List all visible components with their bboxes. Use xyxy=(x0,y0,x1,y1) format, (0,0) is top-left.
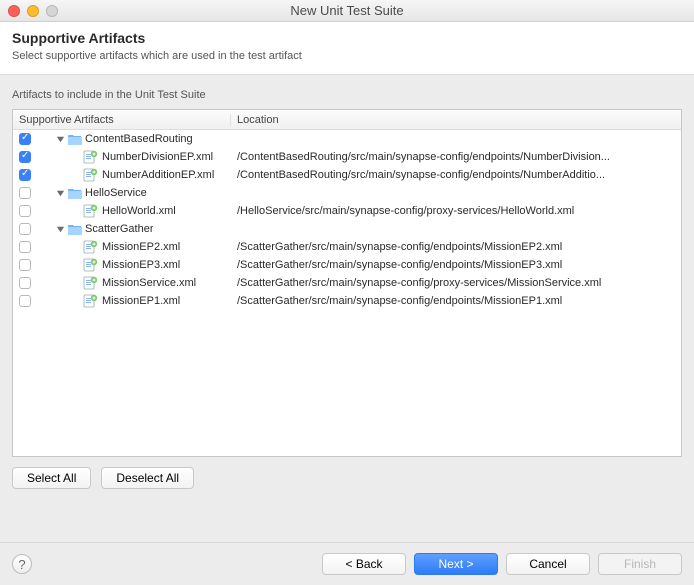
row-label: HelloService xyxy=(85,187,147,199)
row-label: HelloWorld.xml xyxy=(102,205,176,217)
row-checkbox[interactable] xyxy=(19,187,31,199)
row-checkbox[interactable] xyxy=(19,259,31,271)
tree-row[interactable]: NumberDivisionEP.xml/ContentBasedRouting… xyxy=(13,148,681,166)
row-label: MissionEP1.xml xyxy=(102,295,180,307)
close-window-button[interactable] xyxy=(8,5,20,17)
row-checkbox[interactable] xyxy=(19,295,31,307)
selection-buttons: Select All Deselect All xyxy=(12,467,682,489)
row-location: /ContentBasedRouting/src/main/synapse-co… xyxy=(231,151,681,163)
row-checkbox[interactable] xyxy=(19,277,31,289)
row-checkbox[interactable] xyxy=(19,205,31,217)
titlebar: New Unit Test Suite xyxy=(0,0,694,22)
tree-row[interactable]: HelloWorld.xml/HelloService/src/main/syn… xyxy=(13,202,681,220)
tree-body: ContentBasedRoutingNumberDivisionEP.xml/… xyxy=(13,130,681,310)
row-label: MissionEP2.xml xyxy=(102,241,180,253)
row-location: /HelloService/src/main/synapse-config/pr… xyxy=(231,205,681,217)
row-checkbox[interactable] xyxy=(19,223,31,235)
tree-row[interactable]: MissionService.xml/ScatterGather/src/mai… xyxy=(13,274,681,292)
file-icon xyxy=(83,204,99,218)
row-location: /ScatterGather/src/main/synapse-config/e… xyxy=(231,241,681,253)
row-location: /ScatterGather/src/main/synapse-config/e… xyxy=(231,259,681,271)
row-location: /ScatterGather/src/main/synapse-config/e… xyxy=(231,295,681,307)
column-header-artifacts[interactable]: Supportive Artifacts xyxy=(13,114,231,126)
disclosure-triangle-icon[interactable] xyxy=(55,134,65,144)
file-icon xyxy=(83,276,99,290)
tree-row[interactable]: MissionEP3.xml/ScatterGather/src/main/sy… xyxy=(13,256,681,274)
wizard-footer: ? < Back Next > Cancel Finish xyxy=(0,542,694,585)
back-button[interactable]: < Back xyxy=(322,553,406,575)
row-location: /ScatterGather/src/main/synapse-config/p… xyxy=(231,277,681,289)
wizard-body: Artifacts to include in the Unit Test Su… xyxy=(0,75,694,497)
tree-row[interactable]: ContentBasedRouting xyxy=(13,130,681,148)
next-button[interactable]: Next > xyxy=(414,553,498,575)
row-label: MissionService.xml xyxy=(102,277,196,289)
folder-icon xyxy=(68,133,82,145)
zoom-window-button[interactable] xyxy=(46,5,58,17)
row-location: /ContentBasedRouting/src/main/synapse-co… xyxy=(231,169,681,181)
row-checkbox[interactable] xyxy=(19,151,31,163)
finish-button: Finish xyxy=(598,553,682,575)
section-label: Artifacts to include in the Unit Test Su… xyxy=(12,89,682,101)
row-label: NumberAdditionEP.xml xyxy=(102,169,214,181)
select-all-button[interactable]: Select All xyxy=(12,467,91,489)
row-label: NumberDivisionEP.xml xyxy=(102,151,213,163)
help-button[interactable]: ? xyxy=(12,554,32,574)
deselect-all-button[interactable]: Deselect All xyxy=(101,467,194,489)
folder-icon xyxy=(68,187,82,199)
row-label: ContentBasedRouting xyxy=(85,133,193,145)
row-checkbox[interactable] xyxy=(19,169,31,181)
page-title: Supportive Artifacts xyxy=(12,30,682,46)
tree-row[interactable]: ScatterGather xyxy=(13,220,681,238)
minimize-window-button[interactable] xyxy=(27,5,39,17)
row-label: ScatterGather xyxy=(85,223,153,235)
tree-row[interactable]: NumberAdditionEP.xml/ContentBasedRouting… xyxy=(13,166,681,184)
row-checkbox[interactable] xyxy=(19,241,31,253)
row-label: MissionEP3.xml xyxy=(102,259,180,271)
file-icon xyxy=(83,240,99,254)
tree-row[interactable]: HelloService xyxy=(13,184,681,202)
disclosure-triangle-icon[interactable] xyxy=(55,224,65,234)
tree-row[interactable]: MissionEP2.xml/ScatterGather/src/main/sy… xyxy=(13,238,681,256)
file-icon xyxy=(83,168,99,182)
page-subtitle: Select supportive artifacts which are us… xyxy=(12,50,682,62)
folder-icon xyxy=(68,223,82,235)
file-icon xyxy=(83,150,99,164)
tree-header: Supportive Artifacts Location xyxy=(13,110,681,130)
cancel-button[interactable]: Cancel xyxy=(506,553,590,575)
disclosure-triangle-icon[interactable] xyxy=(55,188,65,198)
file-icon xyxy=(83,294,99,308)
artifacts-tree: Supportive Artifacts Location ContentBas… xyxy=(12,109,682,457)
column-header-location[interactable]: Location xyxy=(231,114,681,126)
row-checkbox[interactable] xyxy=(19,133,31,145)
wizard-header: Supportive Artifacts Select supportive a… xyxy=(0,22,694,75)
window-controls xyxy=(0,5,58,17)
window-title: New Unit Test Suite xyxy=(0,3,694,18)
file-icon xyxy=(83,258,99,272)
tree-row[interactable]: MissionEP1.xml/ScatterGather/src/main/sy… xyxy=(13,292,681,310)
